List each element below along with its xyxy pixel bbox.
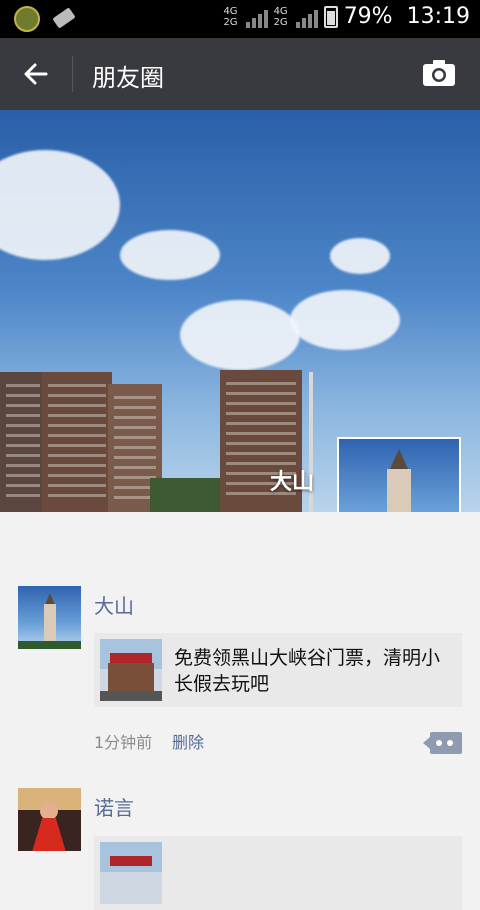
shared-link-card[interactable]: 免费领黑山大峡谷门票，清明小长假去玩吧 bbox=[94, 633, 462, 707]
usb-debug-icon bbox=[52, 6, 78, 32]
arrow-left-icon[interactable] bbox=[20, 58, 52, 90]
cloud bbox=[0, 150, 120, 260]
title-bar: 朋友圈 bbox=[0, 38, 480, 110]
signal-icon bbox=[295, 6, 318, 28]
app-notification-icon bbox=[14, 6, 40, 32]
post-avatar[interactable] bbox=[18, 788, 81, 851]
trees bbox=[150, 478, 220, 512]
cloud bbox=[120, 230, 220, 280]
shared-link-thumbnail bbox=[100, 842, 162, 904]
clock: 13:19 bbox=[406, 4, 470, 29]
cover-user-name[interactable]: 大山 bbox=[270, 464, 314, 496]
shared-link-title: 免费领黑山大峡谷门票，清明小长假去玩吧 bbox=[174, 647, 441, 695]
shared-link-thumbnail bbox=[100, 639, 162, 701]
cloud bbox=[290, 290, 400, 350]
comment-more-icon[interactable] bbox=[423, 732, 462, 754]
network-label: 4G bbox=[273, 5, 288, 17]
title-divider bbox=[72, 56, 73, 92]
battery-percent: 79% bbox=[343, 4, 393, 29]
signal-icon bbox=[245, 6, 268, 28]
post-author[interactable]: 诺言 bbox=[94, 792, 134, 821]
cloud bbox=[330, 238, 390, 274]
network-label: 2G bbox=[223, 16, 238, 28]
network-labels-1: 4G 2G bbox=[223, 6, 237, 28]
post-avatar[interactable] bbox=[18, 586, 81, 649]
battery-icon bbox=[323, 5, 338, 28]
status-bar: 4G 2G 4G 2G 79% 13:19 bbox=[0, 0, 480, 38]
moments-feed: 大山 免费领黑山大峡谷门票，清明小长假去玩吧 1分钟前 删除 诺言 bbox=[0, 512, 480, 910]
feed-post: 大山 免费领黑山大峡谷门票，清明小长假去玩吧 1分钟前 删除 bbox=[0, 512, 480, 771]
network-label: 4G bbox=[223, 5, 238, 17]
building bbox=[0, 372, 46, 512]
status-right: 4G 2G 4G 2G 79% 13:19 bbox=[223, 4, 470, 29]
feed-post: 诺言 bbox=[0, 770, 480, 910]
network-labels-2: 4G 2G bbox=[274, 6, 288, 28]
network-label: 2G bbox=[273, 16, 288, 28]
status-left-icons bbox=[14, 6, 78, 32]
camera-icon[interactable] bbox=[422, 58, 456, 88]
page-title: 朋友圈 bbox=[92, 64, 164, 92]
post-time: 1分钟前 bbox=[94, 733, 153, 752]
cloud bbox=[180, 300, 300, 370]
building bbox=[42, 372, 112, 512]
post-author[interactable]: 大山 bbox=[94, 590, 134, 619]
delete-button[interactable]: 删除 bbox=[172, 729, 204, 753]
shared-link-card[interactable] bbox=[94, 836, 462, 910]
